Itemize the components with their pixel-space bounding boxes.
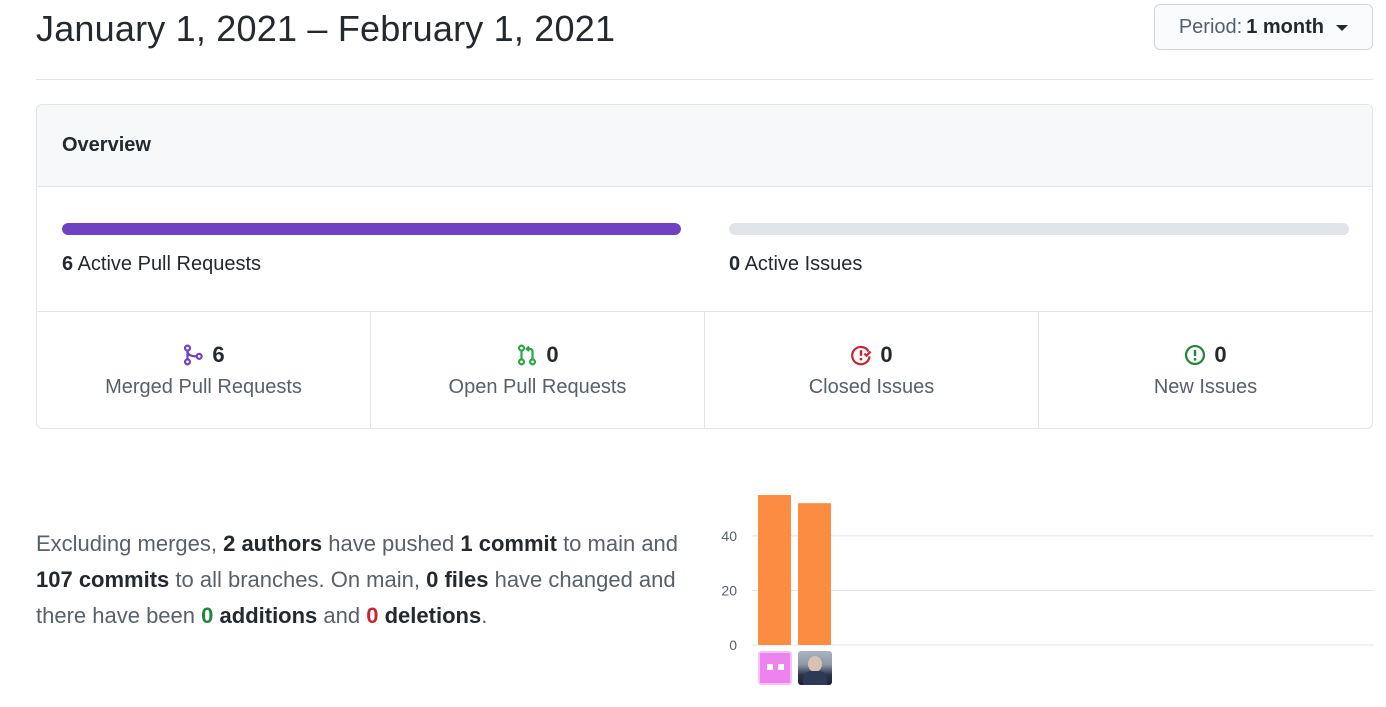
author-avatar[interactable] bbox=[798, 651, 832, 685]
authors-link[interactable]: 2 authors bbox=[223, 531, 322, 556]
y-tick-label: 40 bbox=[721, 528, 737, 544]
merged-prs-label: Merged Pull Requests bbox=[105, 375, 302, 398]
active-prs-label[interactable]: 6 Active Pull Requests bbox=[62, 253, 261, 276]
activity-bars: 6 Active Pull Requests 0 Active Issues bbox=[37, 187, 1372, 312]
merge-icon bbox=[184, 344, 204, 365]
overview-title: Overview bbox=[37, 105, 1372, 187]
period-label: Period: bbox=[1178, 15, 1243, 38]
pull-request-icon bbox=[518, 344, 537, 365]
issue-closed-icon bbox=[851, 345, 872, 365]
active-prs-count: 6 bbox=[62, 253, 74, 275]
y-tick-label: 0 bbox=[729, 637, 737, 653]
new-issues-label: New Issues bbox=[1153, 375, 1258, 398]
active-issues-text: Active Issues bbox=[744, 253, 863, 275]
overview-panel: Overview 6 Active Pull Requests 0 Active… bbox=[36, 104, 1373, 429]
contributors-chart: 0 20 40 bbox=[710, 480, 1374, 690]
additions-count: 0 bbox=[201, 603, 214, 628]
new-issues-value: 0 bbox=[1214, 341, 1227, 367]
stat-closed-issues[interactable]: 0 Closed Issues bbox=[705, 312, 1039, 428]
summary-text: . bbox=[481, 603, 488, 628]
closed-issues-value: 0 bbox=[880, 341, 893, 367]
summary-text: Excluding merges, bbox=[36, 531, 224, 556]
summary-text: to main and bbox=[556, 531, 679, 556]
open-prs-value: 0 bbox=[546, 341, 559, 367]
issue-opened-icon bbox=[1185, 344, 1206, 365]
summary-text: have pushed bbox=[322, 531, 461, 556]
stat-new-issues[interactable]: 0 New Issues bbox=[1039, 312, 1372, 428]
summary-text: to all branches. On main, bbox=[169, 567, 427, 592]
author-commit-bar[interactable] bbox=[758, 495, 791, 645]
active-prs-bar-fill bbox=[62, 223, 681, 235]
main-commits-count: 1 commit bbox=[460, 531, 557, 556]
additions-word: additions bbox=[219, 603, 318, 628]
closed-issues-label: Closed Issues bbox=[808, 375, 935, 398]
author-commit-bar[interactable] bbox=[798, 503, 831, 645]
deletions-count: 0 bbox=[366, 603, 379, 628]
commit-summary: Excluding merges, 2 authors have pushed … bbox=[36, 526, 686, 634]
deletions-word: deletions bbox=[384, 603, 482, 628]
active-issues-count: 0 bbox=[729, 253, 741, 275]
author-avatar[interactable] bbox=[758, 651, 792, 685]
summary-text: and bbox=[317, 603, 367, 628]
period-value: 1 month bbox=[1246, 15, 1324, 38]
active-prs-text: Active Pull Requests bbox=[77, 253, 261, 275]
active-issues-label[interactable]: 0 Active Issues bbox=[729, 253, 862, 276]
y-tick-label: 20 bbox=[721, 582, 737, 598]
all-commits-count: 107 commits bbox=[36, 567, 170, 592]
stat-open-prs[interactable]: 0 Open Pull Requests bbox=[371, 312, 705, 428]
period-dropdown[interactable]: Period: 1 month bbox=[1153, 4, 1373, 50]
active-prs-bar[interactable] bbox=[62, 223, 681, 235]
files-count: 0 files bbox=[426, 567, 489, 592]
page-title: January 1, 2021 – February 1, 2021 bbox=[36, 8, 616, 49]
active-issues-bar[interactable] bbox=[729, 223, 1349, 235]
overview-stats: 6 Merged Pull Requests 0 Open Pull Reque… bbox=[37, 312, 1372, 428]
stat-merged-prs[interactable]: 6 Merged Pull Requests bbox=[37, 312, 371, 428]
open-prs-label: Open Pull Requests bbox=[448, 375, 627, 398]
page-header: January 1, 2021 – February 1, 2021 Perio… bbox=[36, 0, 1373, 80]
caret-down-icon bbox=[1336, 25, 1348, 31]
merged-prs-value: 6 bbox=[212, 341, 225, 367]
